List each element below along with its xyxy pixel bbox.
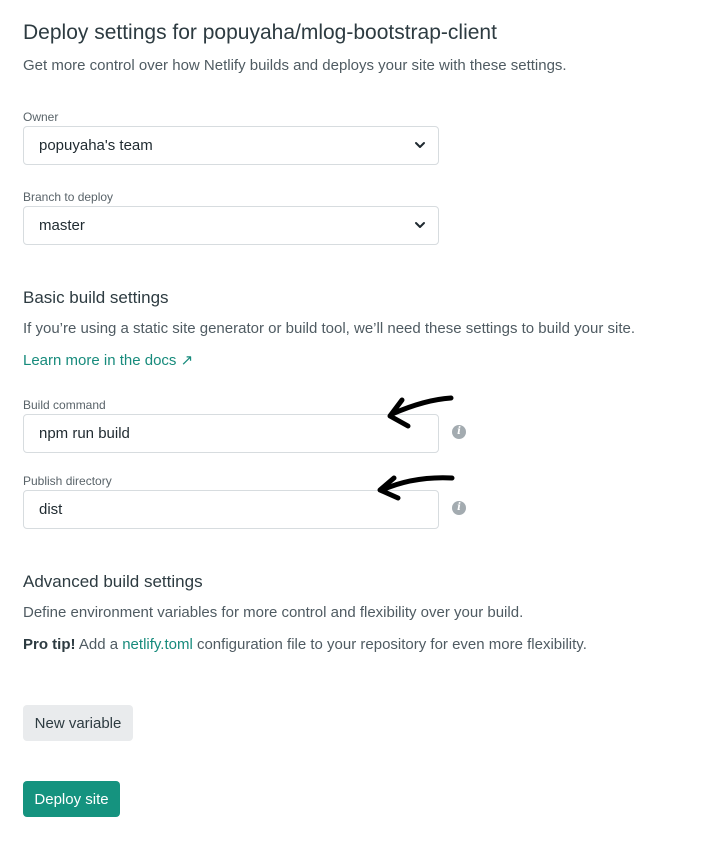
build-command-label: Build command [23, 398, 106, 412]
page-title: Deploy settings for popuyaha/mlog-bootst… [23, 21, 497, 44]
chevron-down-icon [415, 142, 425, 148]
new-variable-button[interactable]: New variable [23, 705, 133, 741]
docs-link[interactable]: Learn more in the docs ↗ [23, 351, 193, 371]
basic-build-heading: Basic build settings [23, 288, 169, 307]
advanced-build-heading: Advanced build settings [23, 572, 203, 591]
build-command-input[interactable]: npm run build [23, 414, 439, 453]
pro-tip-label: Pro tip! [23, 636, 76, 653]
advanced-build-description: Define environment variables for more co… [23, 604, 524, 621]
annotation-arrow-icon [377, 475, 455, 501]
publish-directory-value: dist [39, 501, 63, 518]
page-subtitle: Get more control over how Netlify builds… [23, 57, 567, 74]
pro-tip: Pro tip! Add a netlify.toml configuratio… [23, 635, 587, 655]
pro-tip-text-before: Add a [78, 636, 119, 653]
branch-select[interactable]: master [23, 206, 439, 245]
annotation-arrow-icon [387, 395, 454, 429]
branch-select-value: master [39, 217, 85, 234]
chevron-down-icon [415, 222, 425, 228]
owner-select-value: popuyaha's team [39, 137, 153, 154]
netlify-toml-link[interactable]: netlify.toml [122, 636, 193, 653]
owner-select[interactable]: popuyaha's team [23, 126, 439, 165]
owner-label: Owner [23, 110, 59, 124]
publish-directory-label: Publish directory [23, 474, 112, 488]
deploy-site-button[interactable]: Deploy site [23, 781, 120, 817]
pro-tip-text-after: configuration file to your repository fo… [196, 636, 587, 653]
branch-label: Branch to deploy [23, 190, 114, 204]
basic-build-description: If you’re using a static site generator … [23, 320, 636, 337]
build-command-value: npm run build [39, 425, 130, 442]
